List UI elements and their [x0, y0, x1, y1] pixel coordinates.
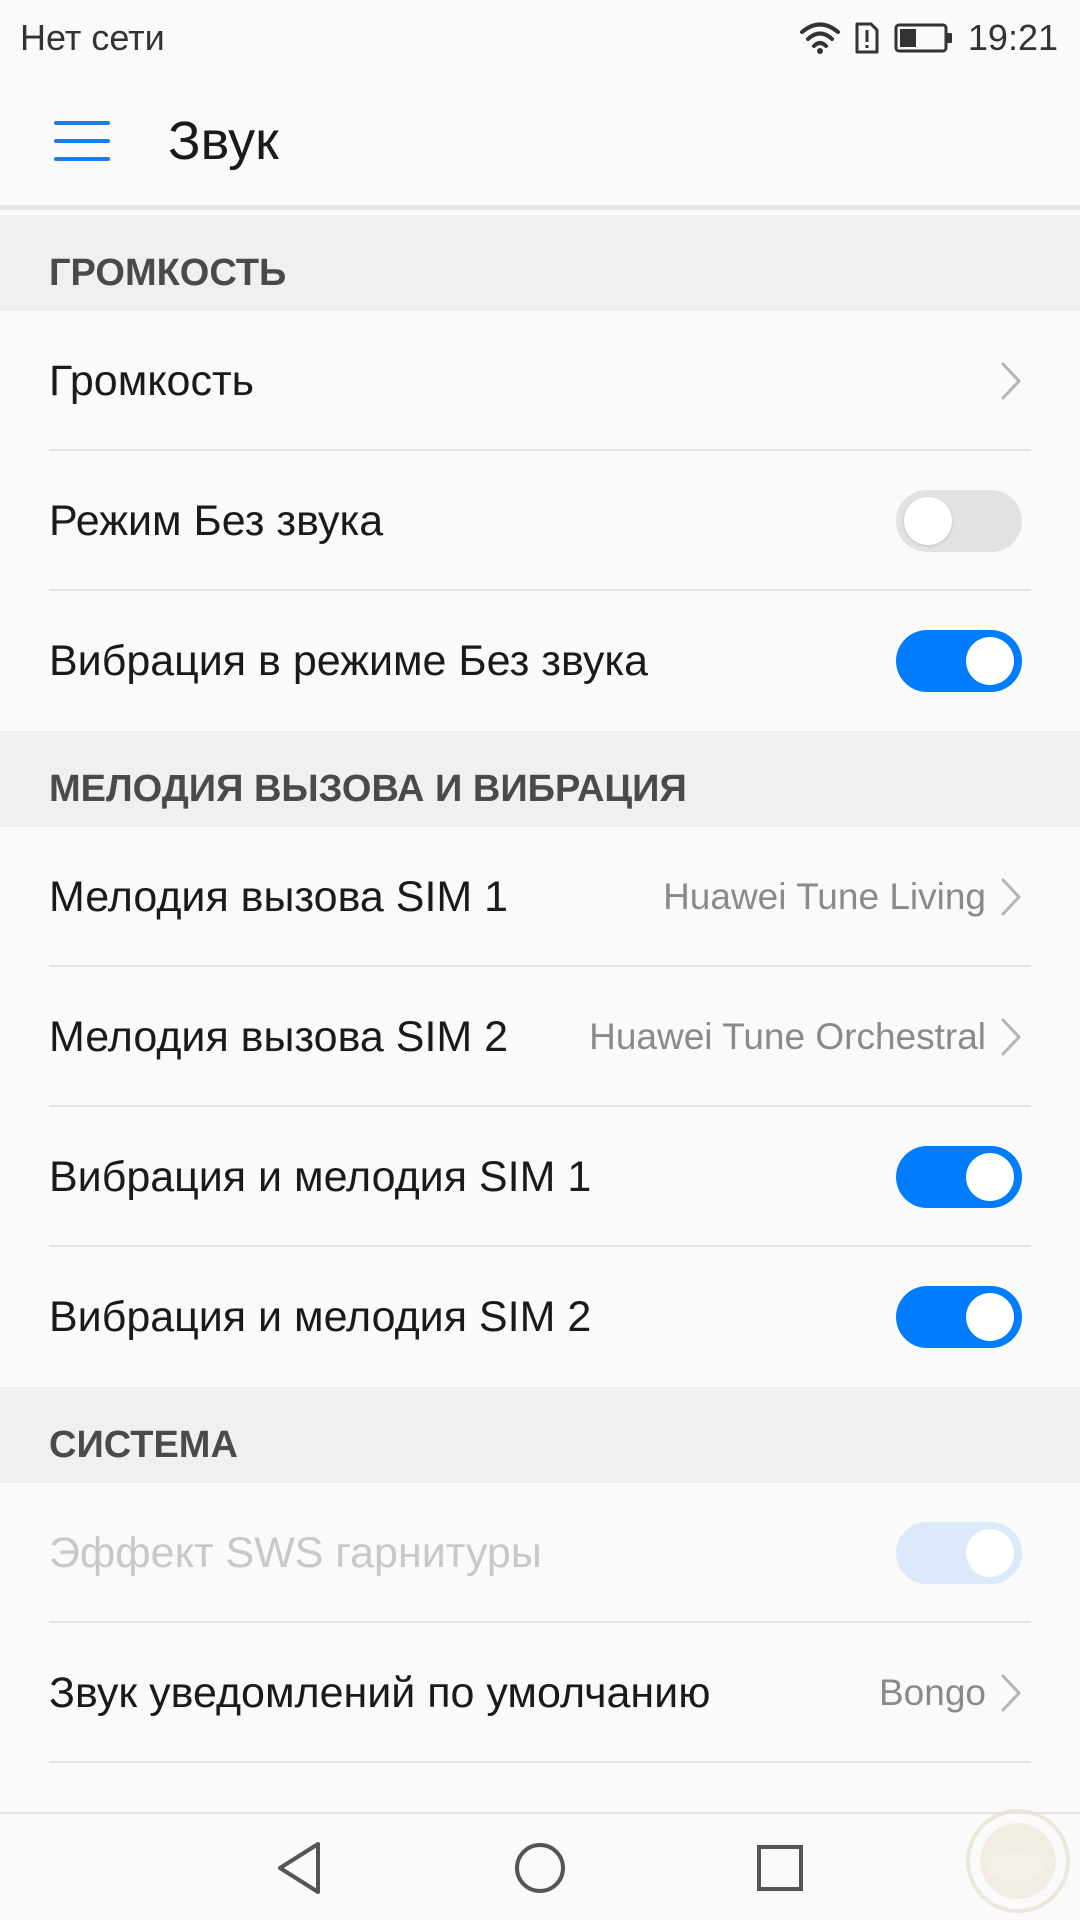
row-label: Эффект SWS гарнитуры: [49, 1528, 542, 1577]
vibrate-ring-sim1-toggle[interactable]: [896, 1146, 1022, 1208]
row-notification-sound[interactable]: Звук уведомлений по умолчанию Bongo: [0, 1623, 1080, 1763]
hamburger-menu-icon[interactable]: [40, 99, 124, 183]
back-triangle-icon[interactable]: [268, 1836, 332, 1900]
chevron-right-icon: [1001, 1018, 1021, 1056]
section-header-volume: ГРОМКОСТЬ: [0, 215, 1080, 311]
wifi-icon: [799, 22, 840, 54]
watermark-logo-icon: [966, 1809, 1070, 1913]
page-title: Звук: [168, 110, 279, 171]
silent-mode-toggle[interactable]: [896, 490, 1022, 552]
sim-alert-icon: [855, 22, 879, 54]
vibrate-in-silent-toggle[interactable]: [896, 630, 1022, 692]
row-label: Мелодия вызова SIM 2: [49, 1012, 509, 1061]
status-bar: Нет сети 19:21: [0, 0, 1080, 76]
chevron-right-icon: [1001, 362, 1021, 400]
row-label: Режим Без звука: [49, 496, 384, 545]
clock: 19:21: [967, 17, 1058, 58]
settings-list: ГРОМКОСТЬ Громкость Режим Без звука Вибр…: [0, 215, 1080, 1763]
row-value: Bongo: [879, 1672, 986, 1713]
section-header-ringtone: МЕЛОДИЯ ВЫЗОВА И ВИБРАЦИЯ: [0, 731, 1080, 827]
navigation-bar: [0, 1812, 1080, 1920]
row-value: Huawei Tune Living: [663, 876, 986, 917]
row-label: Громкость: [49, 356, 255, 405]
row-silent-mode: Режим Без звука: [0, 451, 1080, 591]
row-value: Huawei Tune Orchestral: [589, 1016, 986, 1057]
sws-effect-toggle: [896, 1522, 1022, 1584]
row-vibrate-ring-sim2: Вибрация и мелодия SIM 2: [0, 1247, 1080, 1387]
vibrate-ring-sim2-toggle[interactable]: [896, 1286, 1022, 1348]
chevron-right-icon: [1001, 878, 1021, 916]
row-label: Вибрация и мелодия SIM 2: [49, 1292, 592, 1341]
row-vibrate-ring-sim1: Вибрация и мелодия SIM 1: [0, 1107, 1080, 1247]
home-circle-icon[interactable]: [508, 1836, 572, 1900]
row-label: Звук уведомлений по умолчанию: [49, 1668, 711, 1717]
row-sws-effect: Эффект SWS гарнитуры: [0, 1483, 1080, 1623]
battery-icon: [894, 23, 952, 53]
section-header-system: СИСТЕМА: [0, 1387, 1080, 1483]
row-label: Мелодия вызова SIM 1: [49, 872, 509, 921]
row-label: Вибрация в режиме Без звука: [49, 636, 649, 685]
row-vibrate-in-silent: Вибрация в режиме Без звука: [0, 591, 1080, 731]
carrier-label: Нет сети: [20, 17, 165, 58]
status-icons: 19:21: [799, 17, 1058, 59]
recent-apps-square-icon[interactable]: [748, 1836, 812, 1900]
chevron-right-icon: [1001, 1674, 1021, 1712]
app-bar: Звук: [0, 76, 1080, 210]
row-ringtone-sim2[interactable]: Мелодия вызова SIM 2 Huawei Tune Orchest…: [0, 967, 1080, 1107]
row-volume[interactable]: Громкость: [0, 311, 1080, 451]
settings-screen: Нет сети 19:21 Звук ГРОМКОСТЬ Громкость …: [0, 0, 1080, 1920]
row-label: Вибрация и мелодия SIM 1: [49, 1152, 592, 1201]
row-ringtone-sim1[interactable]: Мелодия вызова SIM 1 Huawei Tune Living: [0, 827, 1080, 967]
